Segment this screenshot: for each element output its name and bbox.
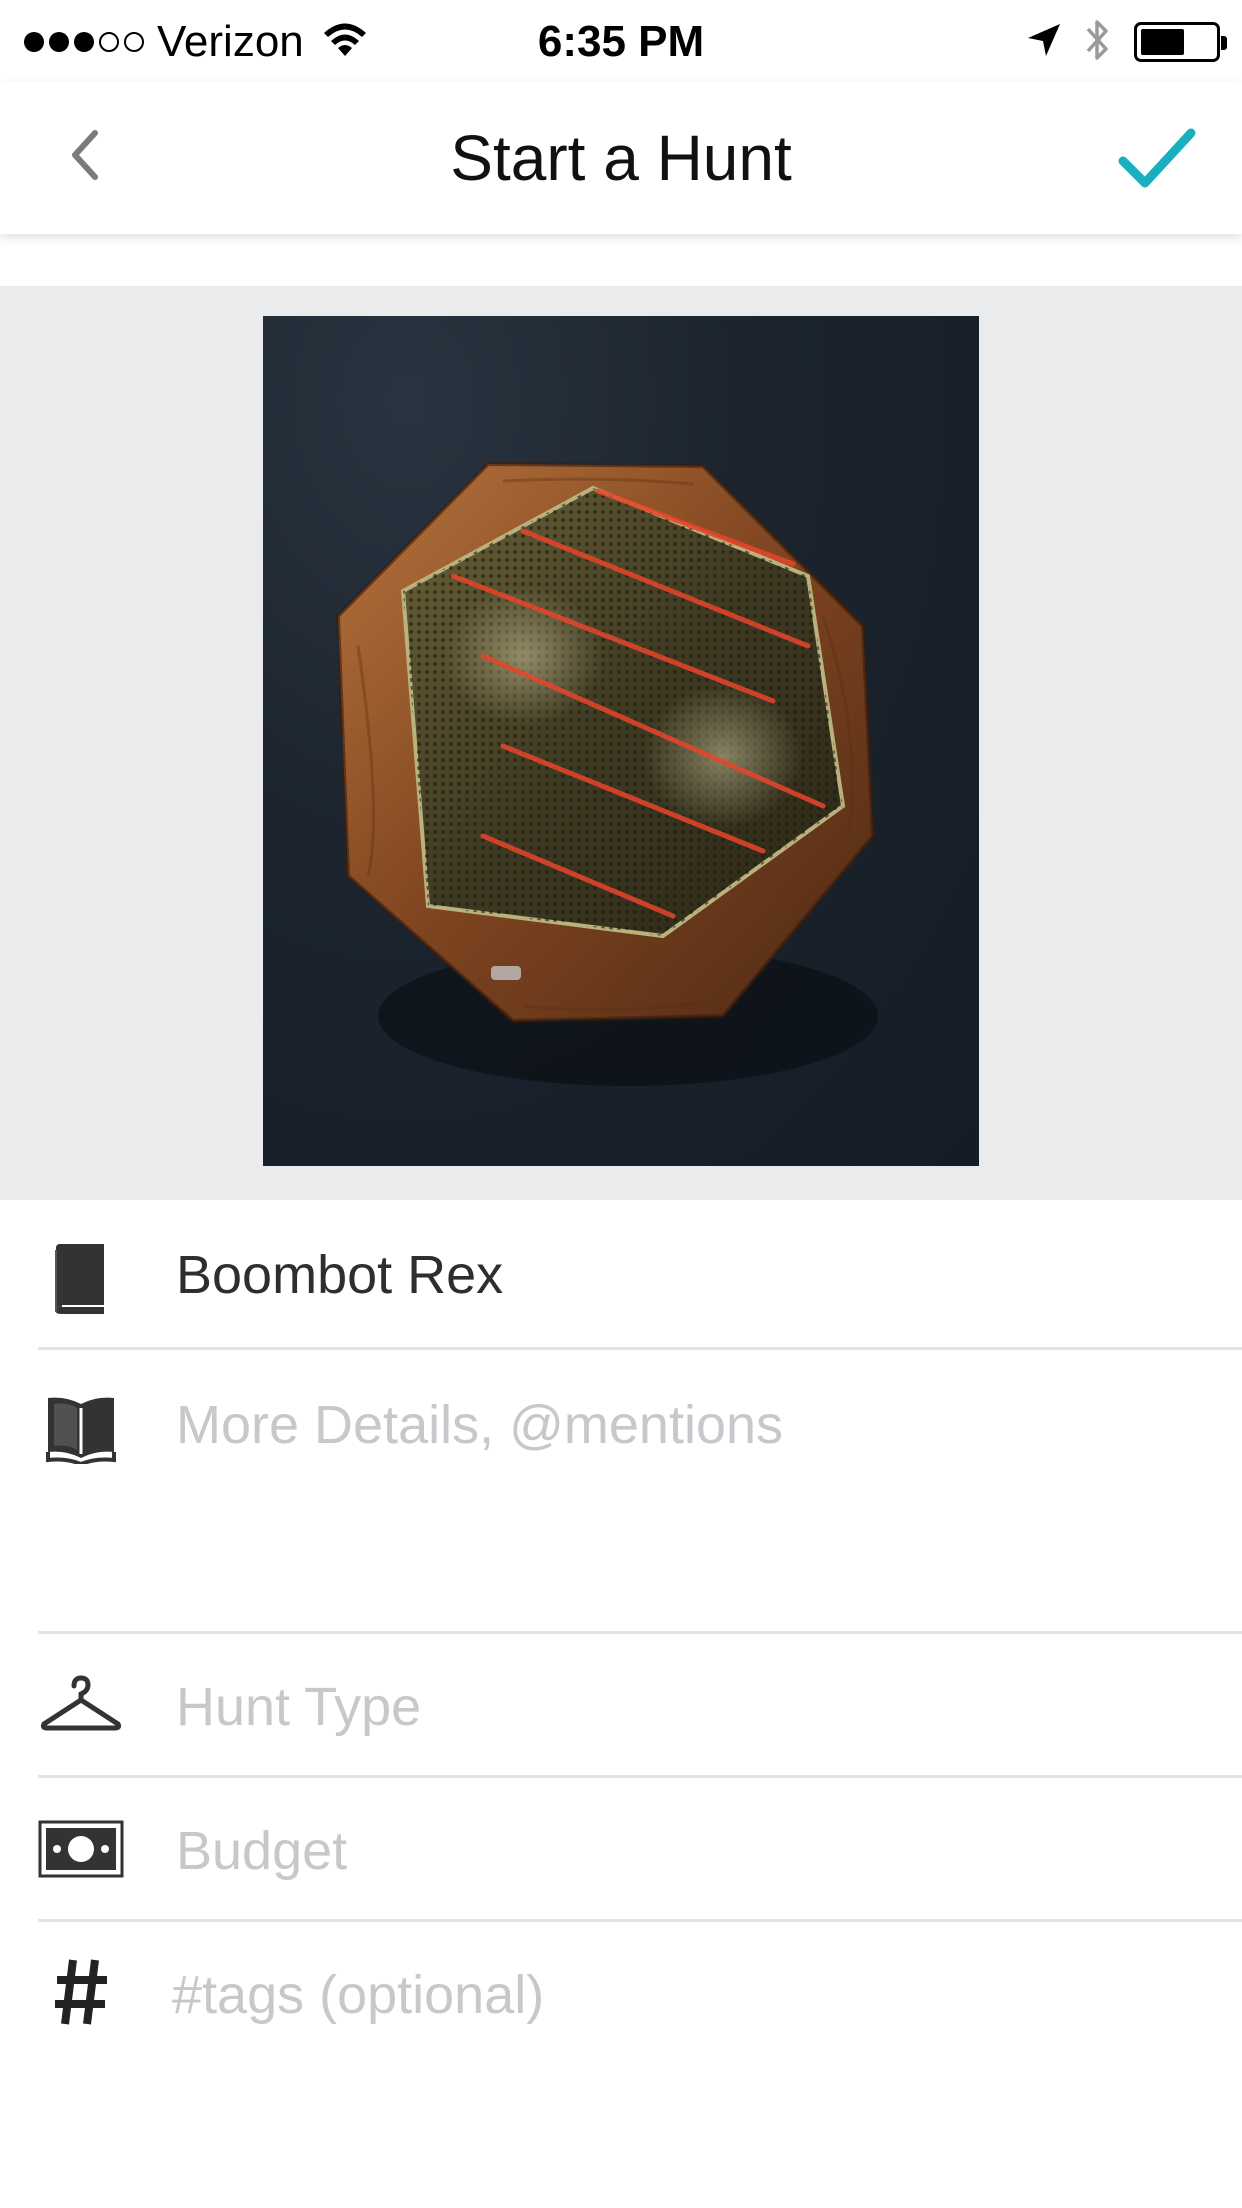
hashtag-icon xyxy=(38,1956,124,2028)
hunt-form: Boombot Rex More Details, @mentions Hunt… xyxy=(0,1200,1242,2072)
book-open-icon xyxy=(38,1394,124,1464)
back-button[interactable] xyxy=(50,120,120,190)
battery-icon xyxy=(1134,22,1227,62)
name-field-row[interactable]: Boombot Rex xyxy=(38,1200,1242,1350)
hanger-icon xyxy=(38,1674,124,1734)
tags-field-row[interactable]: #tags (optional) xyxy=(38,1922,1242,2072)
name-input[interactable]: Boombot Rex xyxy=(176,1244,503,1306)
book-closed-icon xyxy=(38,1242,124,1316)
bluetooth-icon xyxy=(1084,17,1112,68)
tags-input[interactable]: #tags (optional) xyxy=(172,1964,544,2026)
product-photo[interactable] xyxy=(263,316,979,1166)
nav-spacer xyxy=(0,234,1242,286)
page-title: Start a Hunt xyxy=(450,122,792,194)
location-arrow-icon xyxy=(1026,22,1062,63)
speaker-illustration xyxy=(335,461,878,1086)
details-input[interactable]: More Details, @mentions xyxy=(176,1394,783,1456)
checkmark-icon xyxy=(1118,128,1196,188)
hunt-type-select[interactable]: Hunt Type xyxy=(176,1676,421,1738)
budget-input[interactable]: Budget xyxy=(176,1820,347,1882)
money-icon xyxy=(38,1820,124,1878)
confirm-button[interactable] xyxy=(1112,114,1202,204)
status-right xyxy=(1004,16,1227,68)
navigation-bar: Start a Hunt xyxy=(0,82,1242,234)
hunt-type-field-row[interactable]: Hunt Type xyxy=(38,1634,1242,1778)
status-bar: Verizon 6:35 PM xyxy=(0,0,1242,82)
photo-area xyxy=(0,286,1242,1200)
chevron-left-icon xyxy=(72,130,98,180)
budget-field-row[interactable]: Budget xyxy=(38,1778,1242,1922)
details-field-row[interactable]: More Details, @mentions xyxy=(38,1350,1242,1634)
